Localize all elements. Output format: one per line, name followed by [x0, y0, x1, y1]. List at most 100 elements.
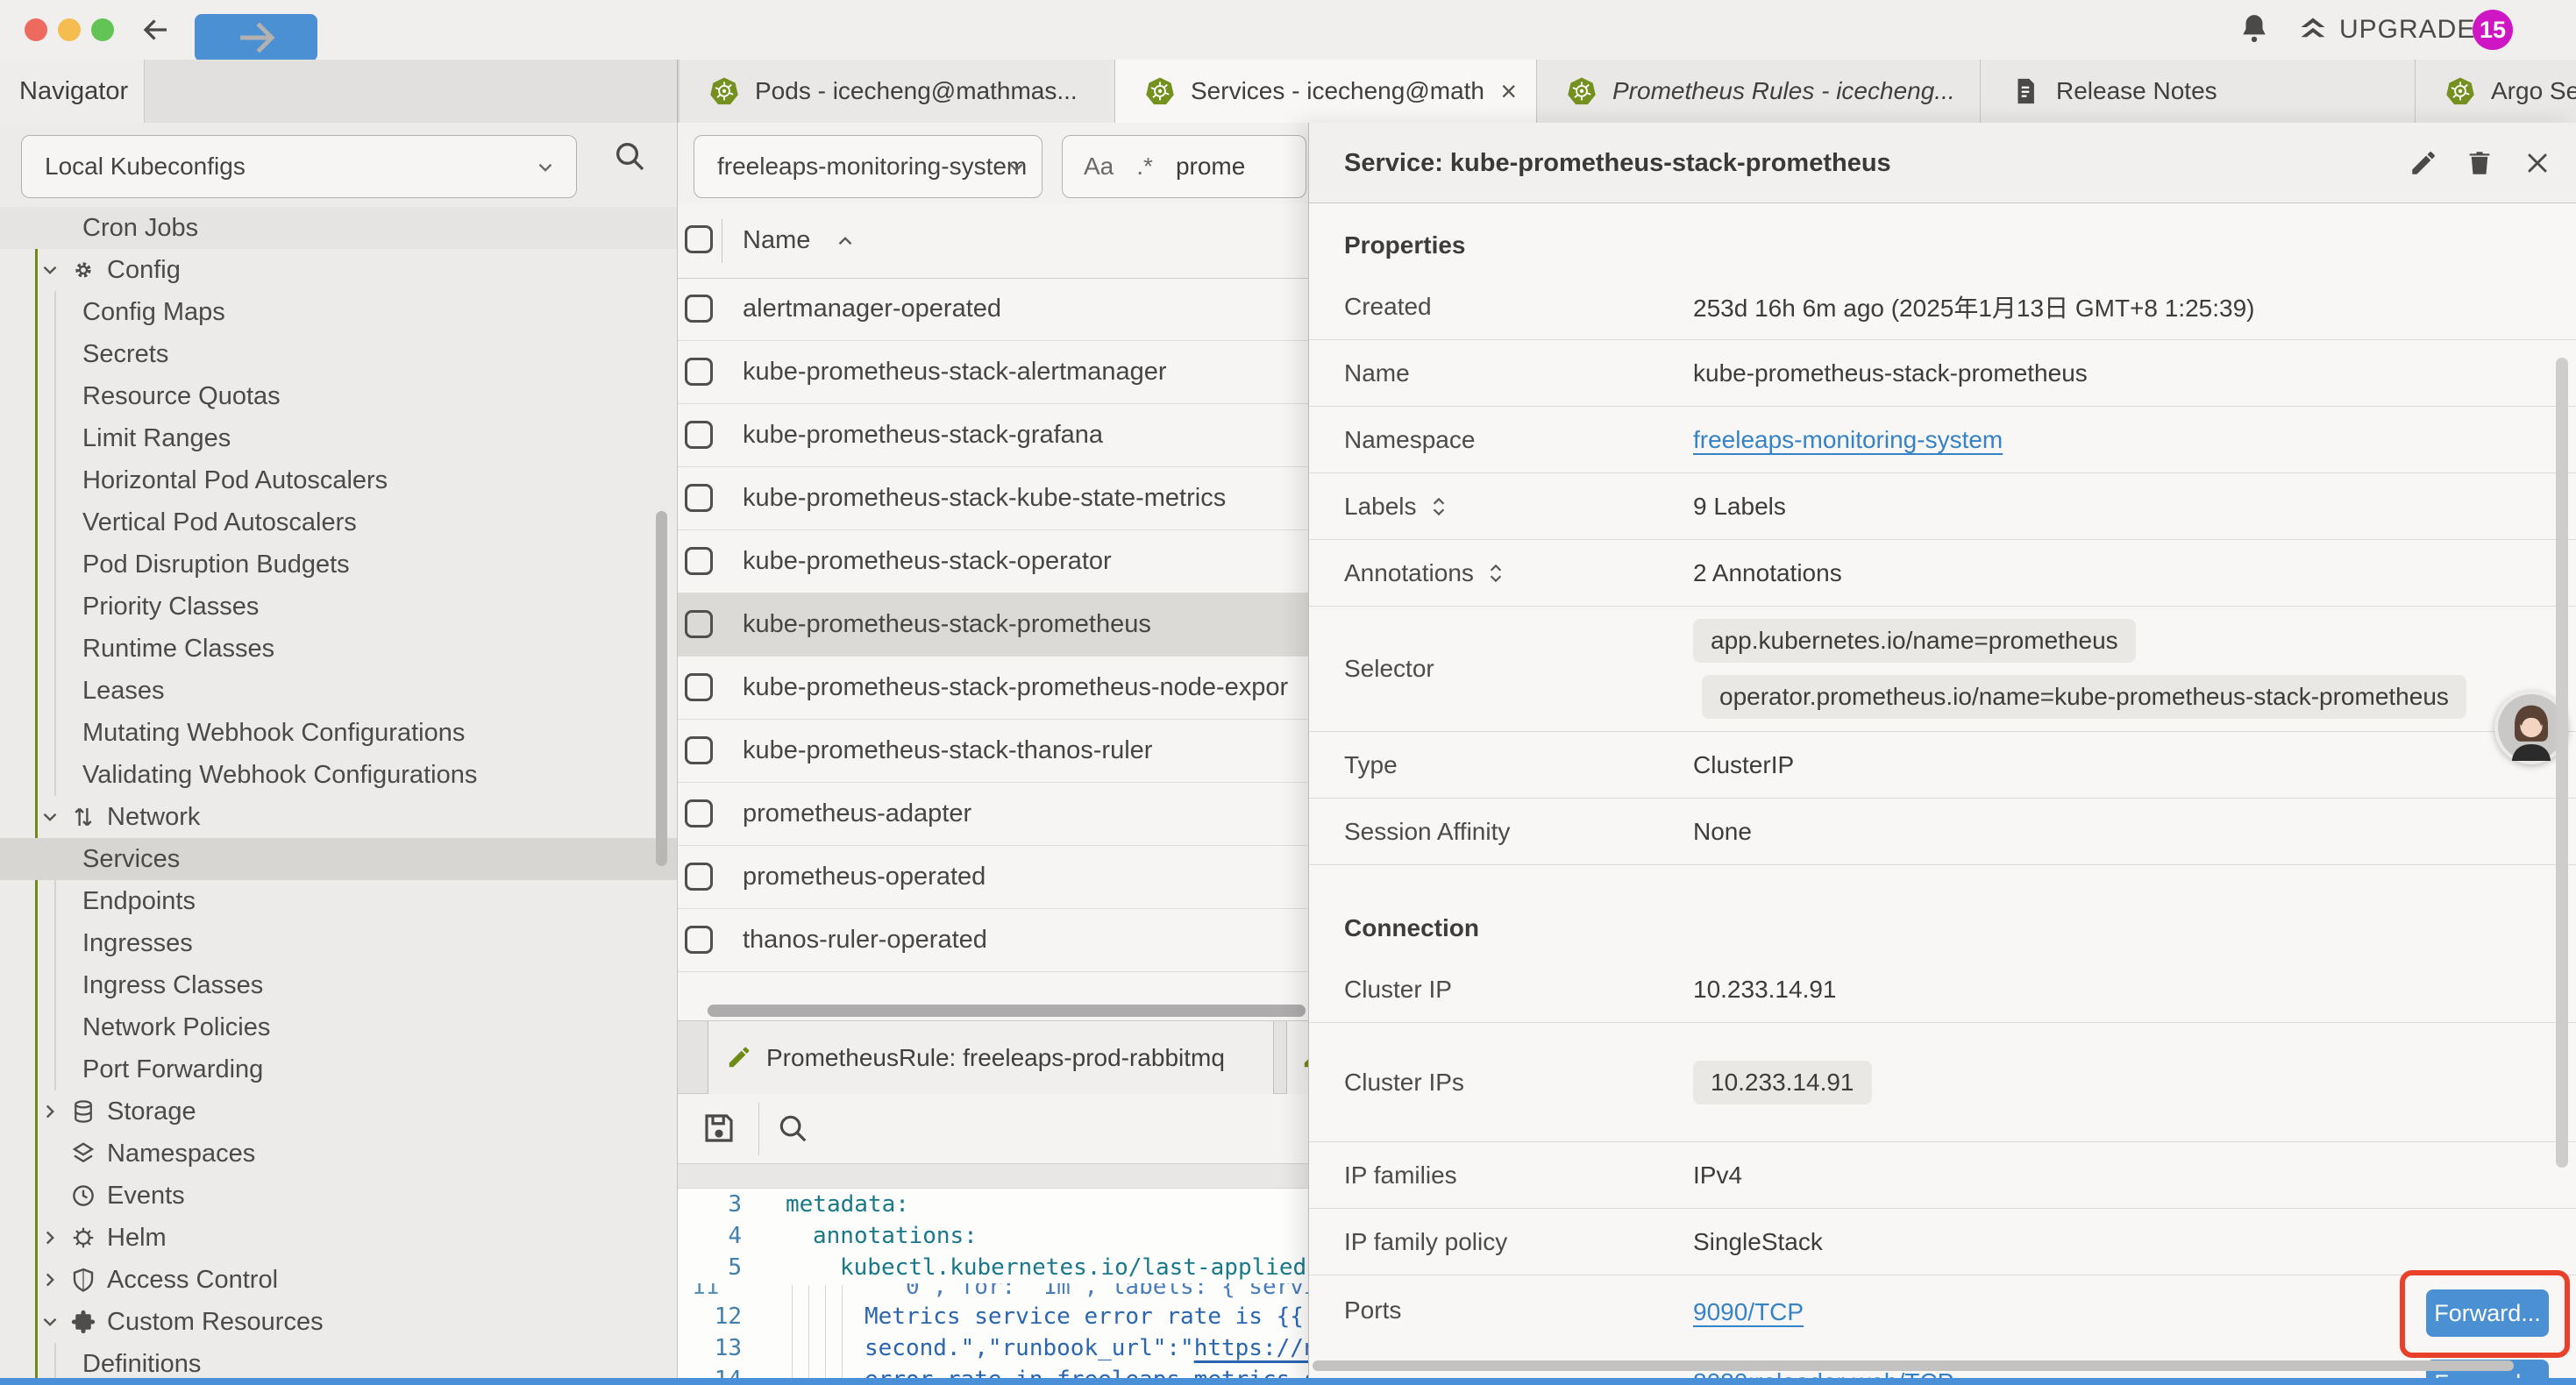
sidebar-item[interactable]: Helm — [0, 1217, 677, 1259]
detail-horizontal-scrollbar[interactable] — [1313, 1360, 2514, 1371]
sidebar-item[interactable]: Network Policies — [0, 1006, 677, 1048]
sidebar-item[interactable]: Endpoints — [0, 880, 677, 922]
row-checkbox[interactable] — [685, 358, 713, 386]
table-row[interactable]: kube-prometheus-stack-thanos-ruler — [678, 720, 1308, 783]
editor-tab[interactable]: PrometheusRule: freeleaps-prod-rabbitmq — [708, 1021, 1274, 1094]
sidebar-item[interactable]: Validating Webhook Configurations — [0, 754, 677, 796]
sidebar-item[interactable]: Config — [0, 249, 677, 291]
sidebar-item[interactable]: Ingress Classes — [0, 964, 677, 1006]
sidebar-item[interactable]: Events — [0, 1175, 677, 1217]
row-checkbox[interactable] — [685, 926, 713, 954]
table-row[interactable]: thanos-ruler-operated — [678, 909, 1308, 972]
updown-icon[interactable] — [1484, 562, 1507, 585]
sidebar-item[interactable]: Config Maps — [0, 291, 677, 333]
row-checkbox[interactable] — [685, 484, 713, 512]
search-icon[interactable] — [776, 1112, 809, 1145]
window-close-button[interactable] — [25, 18, 47, 41]
table-horizontal-scrollbar[interactable] — [708, 1005, 1306, 1017]
sidebar-item[interactable]: Runtime Classes — [0, 628, 677, 670]
row-checkbox[interactable] — [685, 610, 713, 638]
sidebar-item[interactable]: Cron Jobs — [0, 207, 677, 249]
sidebar-item[interactable]: Mutating Webhook Configurations — [0, 712, 677, 754]
line-number: 11 — [692, 1283, 719, 1300]
kubeconfig-selector[interactable]: Local Kubeconfigs — [21, 135, 577, 198]
row-checkbox[interactable] — [685, 799, 713, 827]
table-row[interactable]: kube-prometheus-stack-operator — [678, 530, 1308, 593]
sidebar-item[interactable]: Ingresses — [0, 922, 677, 964]
sidebar-item[interactable]: Horizontal Pod Autoscalers — [0, 459, 677, 501]
sidebar-item[interactable]: Access Control — [0, 1259, 677, 1301]
updown-icon[interactable] — [1427, 495, 1450, 518]
table-row[interactable]: alertmanager-operated — [678, 278, 1308, 341]
sidebar-item[interactable]: Vertical Pod Autoscalers — [0, 501, 677, 543]
delete-icon[interactable] — [2465, 148, 2494, 178]
table-row[interactable]: kube-prometheus-stack-prometheus — [678, 593, 1308, 657]
port-link[interactable]: 9090/TCP — [1693, 1298, 1804, 1326]
app-tab[interactable]: Prometheus Rules - icecheng... — [1537, 60, 1981, 123]
app-tabs: Pods - icecheng@mathmas... Services - ic… — [680, 60, 2576, 123]
search-icon[interactable] — [612, 138, 647, 174]
close-tab-icon[interactable]: × — [1500, 75, 1517, 108]
row-checkbox[interactable] — [685, 547, 713, 575]
sidebar-item[interactable]: Priority Classes — [0, 586, 677, 628]
app-tab[interactable]: Argo Se — [2416, 60, 2576, 123]
row-checkbox[interactable] — [685, 421, 713, 449]
window-minimize-button[interactable] — [58, 18, 81, 41]
app-tab[interactable]: Release Notes — [1981, 60, 2416, 123]
app-tab[interactable]: Pods - icecheng@mathmas... — [680, 60, 1115, 123]
table-row[interactable]: kube-prometheus-stack-alertmanager — [678, 341, 1308, 404]
back-arrow-icon[interactable] — [140, 14, 172, 46]
edit-icon[interactable] — [2409, 148, 2438, 178]
save-icon[interactable] — [701, 1110, 737, 1147]
sort-ascending-icon[interactable] — [834, 230, 857, 252]
sidebar-item[interactable]: Namespaces — [0, 1133, 677, 1175]
property-link[interactable]: freeleaps-monitoring-system — [1693, 426, 2003, 454]
chevron-down-icon[interactable] — [39, 806, 61, 828]
namespace-selector[interactable]: freeleaps-monitoring-system — [694, 135, 1042, 198]
table-row[interactable]: kube-prometheus-stack-kube-state-metrics — [678, 467, 1308, 530]
sidebar-item[interactable]: Services — [0, 838, 677, 880]
sidebar-scrollbar[interactable] — [656, 511, 667, 866]
sidebar-item[interactable]: Network — [0, 796, 677, 838]
forward-port-button[interactable]: Forward... — [2426, 1289, 2549, 1337]
row-checkbox[interactable] — [685, 295, 713, 323]
upgrade-icon[interactable] — [2297, 14, 2329, 46]
editor-tab-partial[interactable] — [1286, 1021, 1308, 1094]
regex-toggle[interactable]: .* — [1136, 153, 1153, 181]
match-case-toggle[interactable]: Aa — [1084, 153, 1114, 181]
chevron-right-icon[interactable] — [39, 1226, 61, 1249]
sidebar-item[interactable]: Limit Ranges — [0, 417, 677, 459]
sidebar-item[interactable]: Leases — [0, 670, 677, 712]
detail-vertical-scrollbar[interactable] — [2556, 358, 2568, 1168]
notification-count-badge[interactable]: 15 — [2473, 10, 2513, 50]
chevron-right-icon[interactable] — [39, 1100, 61, 1123]
yaml-editor[interactable]: 3 metadata: 4 annotations: 5 kubectl.kub… — [678, 1189, 1308, 1380]
sidebar-item[interactable]: Resource Quotas — [0, 375, 677, 417]
select-all-checkbox[interactable] — [685, 225, 713, 253]
close-icon[interactable] — [2523, 148, 2552, 178]
sidebar-item[interactable]: Storage — [0, 1090, 677, 1133]
table-row[interactable]: kube-prometheus-stack-prometheus-node-ex… — [678, 657, 1308, 720]
name-column-header[interactable]: Name — [743, 203, 810, 278]
app-tab[interactable]: Services - icecheng@math... × — [1115, 60, 1537, 123]
row-checkbox[interactable] — [685, 673, 713, 701]
filter-input[interactable]: Aa .* prome — [1062, 135, 1306, 198]
notifications-bell-icon[interactable] — [2238, 12, 2271, 46]
chevron-down-icon[interactable] — [39, 259, 61, 281]
row-checkbox[interactable] — [685, 863, 713, 891]
sidebar-item[interactable]: Custom Resources — [0, 1301, 677, 1343]
upgrade-button[interactable]: UPGRADE — [2339, 0, 2475, 60]
forward-arrow-icon[interactable] — [195, 14, 317, 61]
row-checkbox[interactable] — [685, 736, 713, 764]
chevron-right-icon[interactable] — [39, 1268, 61, 1291]
table-row[interactable]: prometheus-operated — [678, 846, 1308, 909]
table-row[interactable]: kube-prometheus-stack-grafana — [678, 404, 1308, 467]
sidebar-item[interactable]: Pod Disruption Budgets — [0, 543, 677, 586]
tab-navigator[interactable]: Navigator — [0, 60, 145, 123]
sidebar-item[interactable]: Secrets — [0, 333, 677, 375]
code-link[interactable]: https://net — [1194, 1335, 1308, 1361]
table-row[interactable]: prometheus-adapter — [678, 783, 1308, 846]
window-maximize-button[interactable] — [91, 18, 114, 41]
sidebar-item[interactable]: Port Forwarding — [0, 1048, 677, 1090]
chevron-down-icon[interactable] — [39, 1310, 61, 1333]
